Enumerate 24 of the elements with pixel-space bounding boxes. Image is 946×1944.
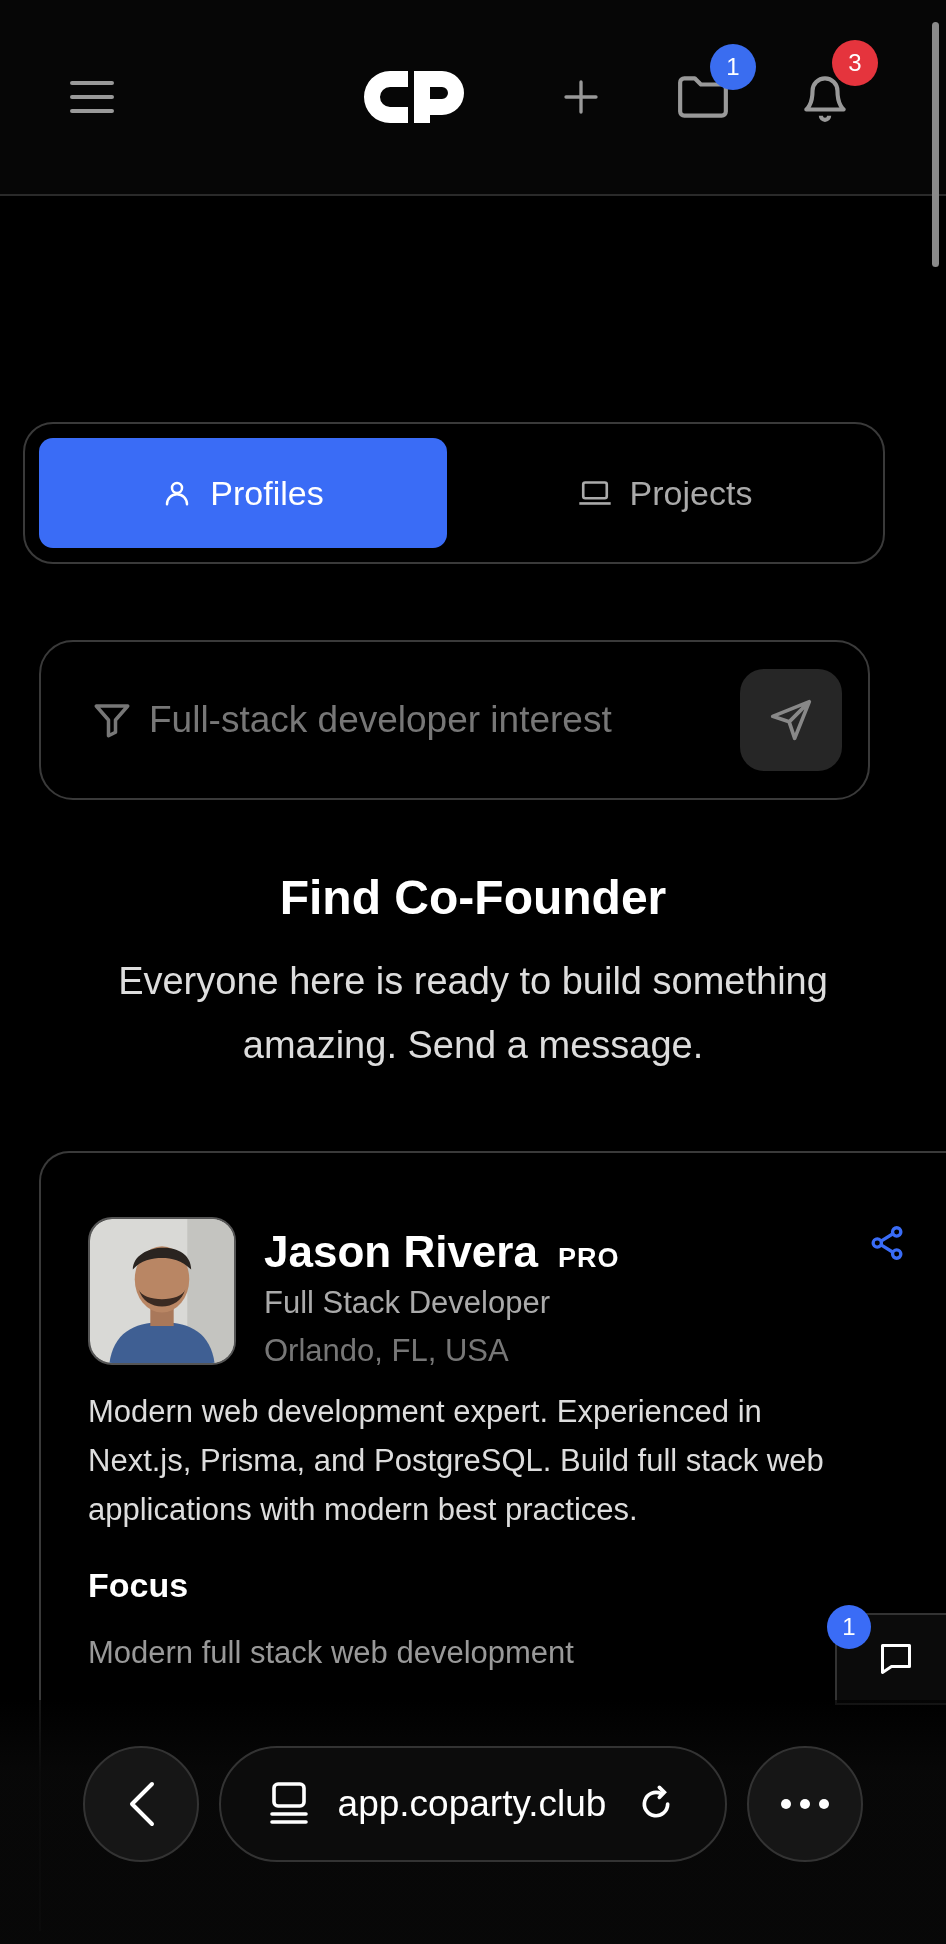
more-icon <box>780 1798 830 1810</box>
address-bar[interactable]: app.coparty.club <box>219 1746 727 1862</box>
profile-name: Jason Rivera <box>264 1227 538 1277</box>
count-badge: 3 <box>832 40 878 86</box>
count-badge: 1 <box>827 1605 871 1649</box>
folder-icon[interactable] <box>676 74 730 120</box>
page-subtitle: Everyone here is ready to build something amazing. Send a message. <box>117 959 829 1068</box>
tab[interactable]: Profiles <box>39 438 447 548</box>
laptop-icon <box>577 478 612 508</box>
profile-role: Full Stack Developer <box>264 1285 551 1321</box>
share-icon[interactable] <box>870 1225 904 1261</box>
search-field[interactable]: Full-stack developer interest <box>147 698 726 742</box>
menu-icon[interactable] <box>70 80 114 114</box>
page-icon <box>269 1782 308 1826</box>
profile-location: Orlando, FL, USA <box>264 1333 510 1369</box>
focus-text: Modern full stack web development <box>88 1635 574 1671</box>
send-button[interactable] <box>740 669 842 771</box>
pro-label: PRO <box>557 1243 620 1274</box>
section-heading: Focus <box>88 1566 190 1605</box>
count-badge: 1 <box>710 44 756 90</box>
tab[interactable]: Projects <box>461 438 869 548</box>
profile-bio: Modern web development expert. Experienced in Next.js, Prisma, and PostgreSQL. Build full stack web applications with modern best practices. <box>88 1393 825 1529</box>
send-icon <box>769 698 813 742</box>
page-title: Find Co-Founder <box>278 870 668 925</box>
